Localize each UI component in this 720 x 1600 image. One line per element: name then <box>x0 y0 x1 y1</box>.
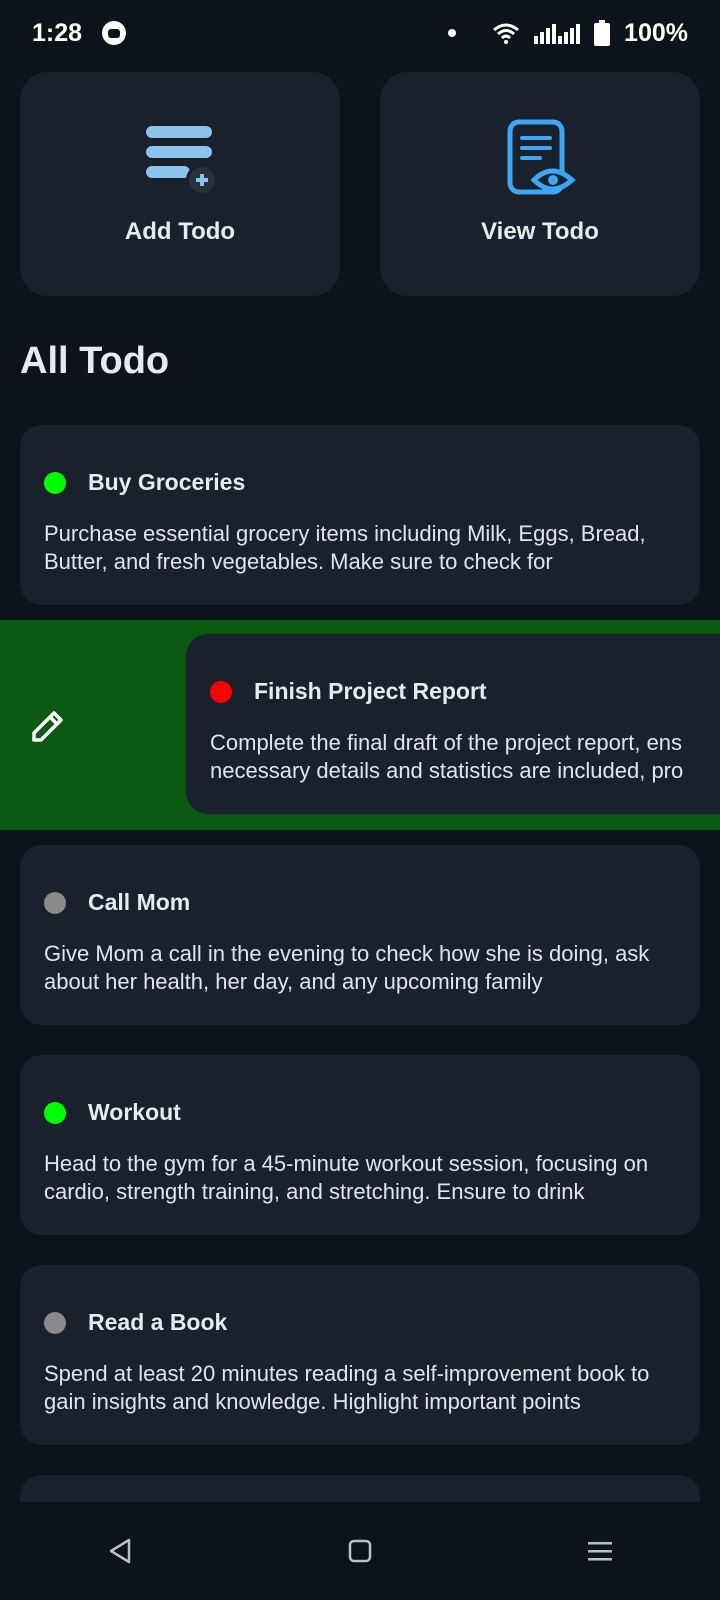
battery-icon <box>594 20 611 46</box>
status-dot <box>44 1311 66 1334</box>
todo-card[interactable]: Read a Book Spend at least 20 minutes re… <box>20 1265 700 1445</box>
todo-title: Finish Project Report <box>254 678 487 704</box>
todo-description-line: necessary details and statistics are inc… <box>210 758 684 783</box>
status-dot <box>44 471 66 494</box>
status-dot <box>210 680 232 703</box>
view-document-icon <box>500 118 580 198</box>
swipe-edit-background[interactable]: Finish Project Report Complete the final… <box>0 620 720 830</box>
battery-percent: 100% <box>624 18 688 47</box>
todo-title: Buy Groceries <box>88 469 246 495</box>
view-todo-button[interactable]: View Todo <box>380 72 700 296</box>
status-dot <box>44 891 66 914</box>
todo-card[interactable]: Workout Head to the gym for a 45-minute … <box>20 1055 700 1235</box>
edit-pencil-icon[interactable] <box>28 706 68 746</box>
todo-title: Workout <box>88 1099 181 1125</box>
cat-notification-icon <box>102 21 127 45</box>
status-bar: 1:28 100% <box>0 0 720 66</box>
todo-description-line: Complete the final draft of the project … <box>210 730 683 755</box>
home-icon[interactable] <box>330 1521 390 1581</box>
todo-description: Purchase essential grocery items includi… <box>44 521 646 574</box>
system-nav-bar <box>0 1502 720 1600</box>
wifi-icon <box>493 23 520 44</box>
todo-title: Call Mom <box>88 889 191 915</box>
signal-icon <box>534 24 581 44</box>
todo-card[interactable]: Call Mom Give Mom a call in the evening … <box>20 845 700 1025</box>
add-todo-label: Add Todo <box>124 218 236 245</box>
todo-description: Spend at least 20 minutes reading a self… <box>44 1361 650 1414</box>
todo-description: Head to the gym for a 45-minute workout … <box>44 1151 649 1204</box>
notification-dot-icon <box>448 29 457 37</box>
todo-description: Complete the final draft of the project … <box>210 729 720 785</box>
todo-title: Read a Book <box>88 1309 228 1335</box>
page-title: All Todo <box>20 340 170 382</box>
todo-card[interactable]: Buy Groceries Purchase essential grocery… <box>20 425 700 605</box>
view-todo-label: View Todo <box>481 218 599 245</box>
clock: 1:28 <box>32 18 83 47</box>
back-icon[interactable] <box>90 1521 150 1581</box>
add-todo-button[interactable]: Add Todo <box>20 72 340 296</box>
menu-icon[interactable] <box>570 1521 630 1581</box>
status-dot <box>44 1101 66 1124</box>
todo-description: Give Mom a call in the evening to check … <box>44 941 650 994</box>
todo-card[interactable]: Finish Project Report Complete the final… <box>186 634 720 814</box>
add-list-icon <box>140 118 220 198</box>
